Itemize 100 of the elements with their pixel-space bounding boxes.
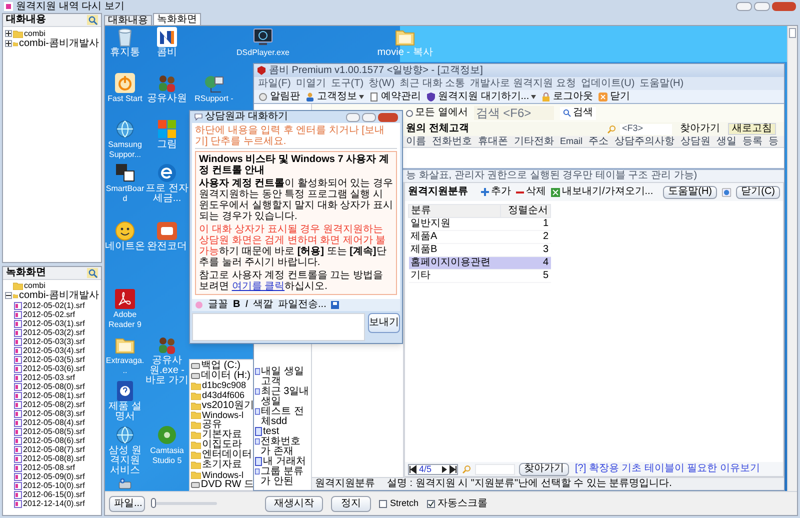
menu-item[interactable]: 도움말(H) (640, 78, 684, 88)
column-header[interactable]: 주소 (588, 136, 609, 146)
tree-item[interactable]: 2012-12-14(0).srf (23, 500, 85, 508)
tree-item[interactable]: d1bc9c908 (202, 381, 246, 390)
group-item[interactable]: test (263, 427, 280, 437)
delete-button[interactable]: 삭제 (516, 187, 546, 197)
pager[interactable]: 4/5 (408, 464, 458, 474)
search-icon[interactable] (87, 268, 98, 278)
tree-item[interactable]: 초기자료 (202, 460, 242, 470)
refresh-button[interactable]: 새로고침 (728, 123, 776, 135)
column-header[interactable]: 분류 (408, 204, 500, 218)
tree-item[interactable]: 2012-05-08(7).srf (23, 446, 85, 454)
tree-item[interactable]: 2012-05-03(2).srf (23, 328, 85, 336)
stop-button[interactable]: 정지 (331, 496, 371, 512)
column-header[interactable]: 등 (768, 136, 779, 146)
menu-item[interactable]: 개발사로 원격지원 요청 (470, 78, 576, 88)
scrollbar-thumb[interactable] (789, 28, 796, 38)
tree-item[interactable]: 엔터데이터 (202, 450, 252, 460)
expand-toggle[interactable] (5, 30, 12, 37)
maximize-button[interactable] (362, 112, 376, 122)
tree-item[interactable]: 2012-05-09(0).srf (23, 472, 85, 480)
close-button[interactable] (378, 112, 398, 122)
menu-item[interactable]: 파일(F) (258, 78, 291, 88)
column-header[interactable]: 휴대폰 (478, 136, 508, 146)
tree-item[interactable]: 2012-05-08(0).srf (23, 382, 85, 390)
tree-item[interactable]: 2012-06-15(0).srf (23, 490, 85, 498)
column-header[interactable]: 생일 (716, 136, 737, 146)
disc-icon[interactable] (156, 424, 178, 446)
send-button[interactable]: 보내기 (368, 313, 400, 333)
save-icon[interactable] (331, 301, 340, 309)
search-field[interactable]: 검색 <F6> (474, 106, 554, 120)
help-book-icon[interactable] (114, 380, 136, 402)
menu-item[interactable]: 창(W) (368, 78, 395, 88)
minimize-button[interactable] (736, 2, 752, 11)
tree-item[interactable]: 2012-05-10(0).srf (23, 482, 85, 490)
tree-item[interactable]: 2012-05-08(2).srf (23, 400, 85, 408)
find-button[interactable]: 찾아가기 (519, 462, 569, 476)
power-icon[interactable] (114, 72, 136, 94)
tree-item[interactable]: 공유 (202, 420, 222, 430)
export-button[interactable]: 내보내기/가져오기... (551, 187, 654, 197)
group-item[interactable]: 내 거래처 (263, 457, 306, 467)
expand-toggle[interactable] (5, 40, 12, 47)
tree-item[interactable]: 이집도라 (202, 440, 242, 450)
toolbar-button[interactable]: 알림판 (258, 92, 300, 102)
board-icon[interactable] (114, 162, 136, 184)
column-header[interactable]: 상담원 (680, 136, 711, 146)
drive-icon[interactable] (118, 477, 132, 491)
tree-item[interactable]: 2012-05-02(1).srf (23, 302, 85, 310)
add-button[interactable]: 추가 (481, 187, 511, 197)
tree-item[interactable]: vs2010원기 (202, 400, 254, 410)
first-page-icon[interactable] (409, 464, 417, 474)
toolbar-button[interactable]: 예약관리 (369, 92, 421, 102)
tree-item[interactable]: 2012-05-03(5).srf (23, 356, 85, 364)
format-button[interactable]: 글꼴 (208, 300, 228, 310)
tree-item[interactable]: combi-콤비개발사 (18, 38, 99, 48)
maximize-button[interactable] (754, 2, 770, 11)
tree-item[interactable]: 2012-05-03(1).srf (23, 320, 85, 328)
minimize-button[interactable] (346, 112, 360, 122)
tree-item[interactable]: 2012-05-03(3).srf (23, 338, 85, 346)
collapse-toggle[interactable] (5, 292, 12, 299)
toolbar-button[interactable]: 원격지원 대기하기... (426, 92, 536, 102)
notice-link[interactable]: 여기를 클릭 (232, 281, 285, 292)
table-row[interactable]: 제품B 3 (408, 244, 550, 256)
file-button[interactable]: 파일... (109, 496, 145, 512)
tab[interactable]: 대화내용 (104, 15, 152, 25)
column-header[interactable]: 정렬순서 (500, 204, 550, 218)
column-header[interactable]: 등록 (742, 136, 763, 146)
tree-item[interactable]: 2012-05-03(4).srf (23, 346, 85, 354)
tiles-icon[interactable] (156, 118, 178, 140)
format-button[interactable]: 색깔 (253, 300, 274, 310)
menu-item[interactable]: 최근 대화 소통 (400, 78, 466, 88)
scope-option[interactable]: 모든 열에서 (406, 108, 468, 118)
menu-item[interactable]: 업데이트(U) (580, 78, 635, 88)
format-button[interactable]: I (245, 300, 248, 310)
column-header[interactable]: 전화번호 (432, 136, 472, 146)
find-button[interactable]: 찾아가기 (676, 124, 724, 134)
tree-item[interactable]: 2012-05-08.srf (23, 464, 76, 472)
search-button[interactable]: 검색 (560, 106, 596, 120)
checkbox[interactable] (426, 500, 435, 508)
menu-item[interactable]: 미열기 (296, 78, 326, 88)
tree-item[interactable]: 기본자료 (202, 430, 242, 440)
globe-icon[interactable] (114, 424, 136, 446)
tree-item[interactable]: 2012-05-03.srf (23, 374, 76, 382)
toolbar-button[interactable]: 고객정보 (305, 92, 364, 102)
table-row[interactable]: 일반지원 1 (408, 218, 550, 230)
group-item[interactable]: 전화번호가 존재 (260, 437, 310, 457)
tree-item[interactable]: 2012-05-02.srf (23, 310, 76, 318)
tree-item[interactable]: 2012-05-08(3).srf (23, 410, 85, 418)
group-item[interactable]: 최근 3일내 생일 (260, 387, 310, 407)
message-input[interactable] (192, 313, 365, 341)
help-link[interactable]: [?] 확장용 기초 테이블이 필요한 이유보기 (575, 464, 760, 474)
checkbox[interactable] (379, 500, 387, 508)
find-field[interactable] (475, 464, 515, 474)
tree-item[interactable]: Windows-l (202, 410, 244, 420)
smiley-icon[interactable] (114, 220, 136, 242)
browser-icon[interactable] (156, 162, 178, 184)
column-header[interactable]: 상담주의사항 (614, 136, 675, 146)
format-button[interactable]: 파일전송... (278, 300, 326, 310)
tree-item[interactable]: 데이터 (H:) (201, 371, 250, 381)
close-button[interactable]: 닫기(C) (736, 186, 780, 198)
